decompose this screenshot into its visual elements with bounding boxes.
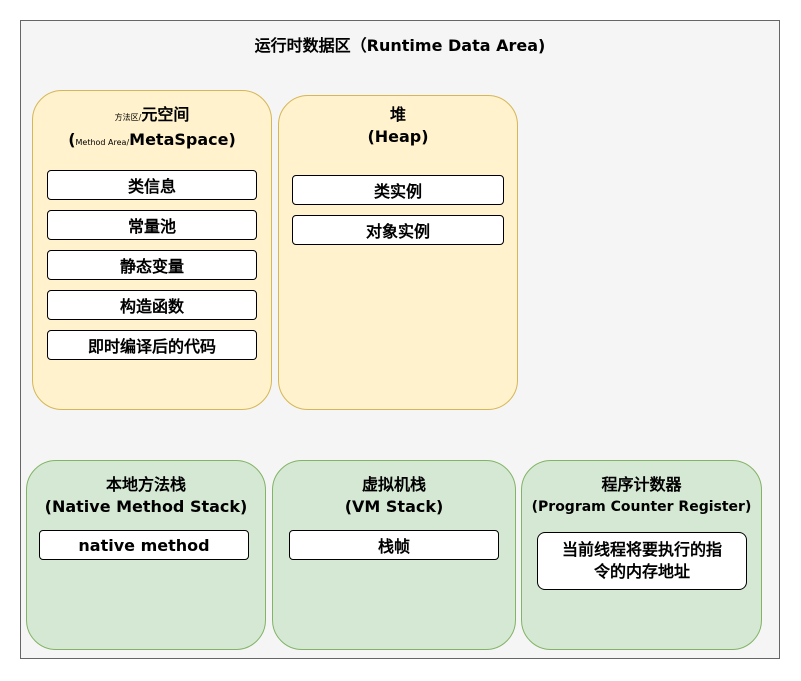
pc-register-item-line2: 令的内存地址 [593,562,690,581]
method-area-item: 构造函数 [47,290,257,320]
method-area-item: 即时编译后的代码 [47,330,257,360]
method-area-subtitle-open: ( [68,130,76,149]
method-area-title: 方法区/元空间 (Method Area/MetaSpace) [32,104,272,154]
method-area-subtitle-small: Method Area/ [75,138,130,147]
pc-register-title: 程序计数器 (Program Counter Register) [521,474,762,518]
method-area-subtitle-main: MetaSpace) [129,130,236,149]
native-stack-title: 本地方法栈 (Native Method Stack) [26,474,266,518]
native-stack-item: native method [39,530,249,560]
method-area-item: 类信息 [47,170,257,200]
vm-stack-subtitle: (VM Stack) [344,497,444,516]
heap-title-main: 堆 [389,105,406,124]
heap-title: 堆 (Heap) [278,104,518,148]
method-area-item: 常量池 [47,210,257,240]
vm-stack-item: 栈帧 [289,530,499,560]
method-area-item: 静态变量 [47,250,257,280]
method-area-title-prefix: 方法区/ [114,113,142,122]
heap-item: 对象实例 [292,215,504,245]
pc-register-item: 当前线程将要执行的指 令的内存地址 [537,532,747,590]
vm-stack-title-main: 虚拟机栈 [361,475,426,494]
vm-stack-title: 虚拟机栈 (VM Stack) [272,474,516,518]
pc-register-subtitle: (Program Counter Register) [531,499,752,515]
native-stack-subtitle: (Native Method Stack) [44,497,248,516]
heap-item: 类实例 [292,175,504,205]
method-area-title-main: 元空间 [141,105,190,124]
diagram-title: 运行时数据区（Runtime Data Area) [254,36,546,55]
heap-subtitle: (Heap) [367,127,429,146]
native-stack-title-main: 本地方法栈 [105,475,186,494]
pc-register-title-main: 程序计数器 [601,475,682,494]
pc-register-item-line1: 当前线程将要执行的指 [561,540,722,559]
